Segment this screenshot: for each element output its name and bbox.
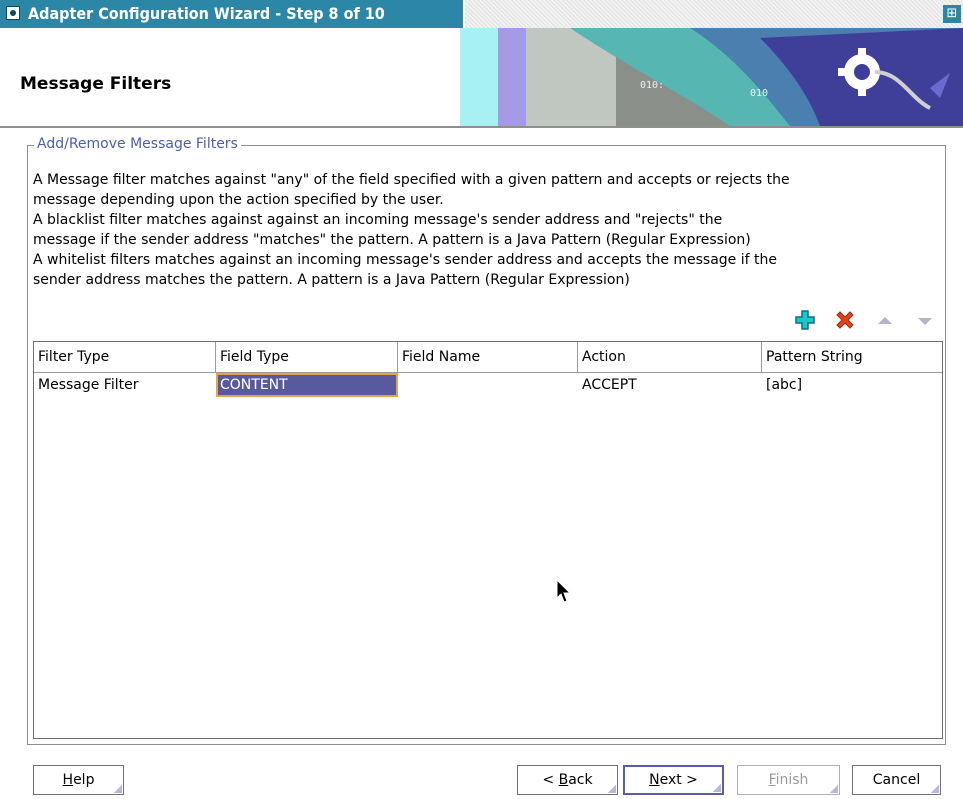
description-line: message if the sender address "matches" …	[33, 232, 751, 248]
mouse-cursor-icon	[556, 579, 572, 603]
move-up-triangle-icon	[878, 317, 892, 324]
back-prefix: <	[542, 772, 559, 788]
description-line: message depending upon the action specif…	[33, 192, 444, 208]
page-title: Message Filters	[20, 74, 172, 94]
move-down-triangle-icon	[918, 318, 932, 325]
window-menu-icon[interactable]	[6, 6, 20, 20]
column-header-filter-type[interactable]: Filter Type	[34, 342, 216, 372]
cell-field-name[interactable]	[398, 373, 578, 397]
table-row[interactable]: Message Filter CONTENT ACCEPT [abc]	[34, 373, 942, 397]
cell-field-type-selected[interactable]: CONTENT	[216, 373, 398, 397]
filter-description: A Message filter matches against "any" o…	[33, 170, 945, 290]
description-line: A blacklist filter matches against again…	[33, 212, 723, 228]
next-button[interactable]: Next >	[623, 765, 724, 795]
description-line: A whitelist filters matches against an i…	[33, 252, 777, 268]
banner-text-1: 010:	[640, 80, 664, 91]
column-header-field-type[interactable]: Field Type	[216, 342, 398, 372]
help-button[interactable]: Help	[33, 765, 124, 795]
header-banner-graphic: 010: 010	[460, 28, 963, 126]
window-title: Adapter Configuration Wizard - Step 8 of…	[28, 4, 385, 23]
back-button[interactable]: < Back	[517, 765, 618, 795]
banner-text-2: 010	[750, 88, 768, 99]
description-line: A Message filter matches against "any" o…	[33, 172, 790, 188]
finish-label: inish	[775, 772, 809, 788]
next-label: ext >	[659, 772, 698, 788]
filters-table[interactable]: Filter Type Field Type Field Name Action…	[33, 341, 943, 739]
column-header-field-name[interactable]: Field Name	[398, 342, 578, 372]
finish-mnemonic: F	[768, 772, 776, 788]
table-header: Filter Type Field Type Field Name Action…	[34, 342, 942, 373]
column-header-action[interactable]: Action	[578, 342, 762, 372]
cell-action[interactable]: ACCEPT	[578, 373, 762, 397]
back-label: ack	[568, 772, 593, 788]
maximize-icon[interactable]: ⊞	[943, 5, 961, 23]
cell-pattern-string[interactable]: [abc]	[762, 373, 942, 397]
cancel-button[interactable]: Cancel	[852, 765, 941, 795]
column-header-pattern-string[interactable]: Pattern String	[762, 342, 942, 372]
cell-filter-type[interactable]: Message Filter	[34, 373, 216, 397]
finish-button[interactable]: Finish	[737, 765, 840, 795]
add-filter-plus-icon[interactable]	[794, 309, 816, 331]
group-legend: Add/Remove Message Filters	[34, 136, 241, 152]
title-strip: Adapter Configuration Wizard - Step 8 of…	[0, 0, 465, 28]
description-line: sender address matches the pattern. A pa…	[33, 272, 630, 288]
back-mnemonic: B	[558, 772, 569, 788]
help-label: elp	[73, 772, 95, 788]
next-mnemonic: N	[649, 772, 660, 788]
window-title-bar[interactable]: Adapter Configuration Wizard - Step 8 of…	[0, 0, 963, 28]
wizard-header: Message Filters 010: 010	[0, 28, 963, 128]
help-mnemonic: H	[62, 772, 74, 788]
remove-filter-x-icon[interactable]	[834, 309, 856, 331]
